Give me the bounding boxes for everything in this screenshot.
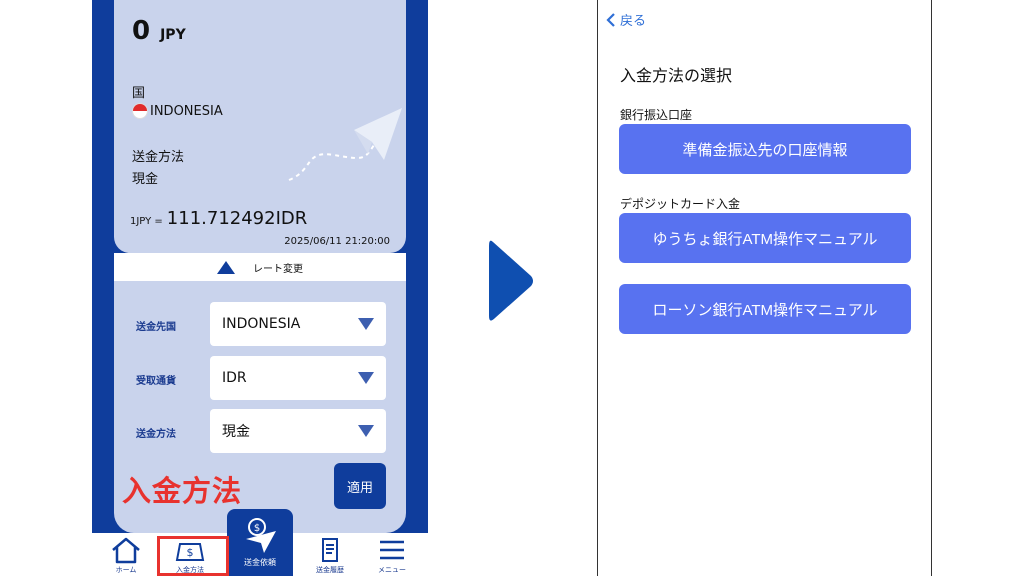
indonesia-flag-icon (132, 103, 148, 119)
rate-change-label: レート変更 (253, 263, 303, 275)
back-button[interactable]: 戻る (606, 10, 646, 29)
dropdown-triangle-icon (358, 425, 374, 437)
tab-history[interactable]: 送金履歴 (298, 533, 362, 576)
document-icon (322, 538, 338, 562)
tab-send-request[interactable]: $ 送金依頼 (227, 509, 293, 576)
highlight-box (157, 536, 229, 576)
method-value: 現金 (132, 172, 159, 187)
dropdown-triangle-icon (358, 372, 374, 384)
account-info-button[interactable]: 準備金振込先の口座情報 (619, 124, 911, 174)
form-row-remittance-method: 送金方法 現金 (114, 409, 406, 453)
section-bank-transfer: 銀行振込口座 (620, 108, 693, 122)
form-label: 送金先国 (136, 322, 176, 333)
lawson-atm-manual-button[interactable]: ローソン銀行ATM操作マニュアル (619, 284, 911, 334)
chevron-left-icon (606, 12, 615, 27)
country-value-row: INDONESIA (132, 103, 223, 119)
rate-change-toggle[interactable]: レート変更 (114, 253, 406, 281)
tab-label: ホーム (115, 566, 137, 574)
hamburger-menu-icon (380, 540, 404, 560)
deposit-method-annotation: 入金方法 (122, 474, 243, 508)
right-phone-screen: 戻る 入金方法の選択 銀行振込口座 準備金振込先の口座情報 デポジットカード入金… (597, 0, 932, 576)
country-value: INDONESIA (150, 103, 223, 119)
form-row-receive-currency: 受取通貨 IDR (114, 356, 406, 400)
destination-country-select[interactable]: INDONESIA (210, 302, 386, 346)
section-deposit-card: デポジットカード入金 (620, 197, 741, 211)
back-label: 戻る (620, 14, 647, 29)
select-value: 現金 (222, 424, 250, 440)
next-step-arrow-icon (489, 240, 533, 321)
tab-label: 送金履歴 (316, 566, 344, 574)
rate-timestamp: 2025/06/11 21:20:00 (284, 236, 390, 247)
exchange-rate: 1JPY = 111.712492IDR (130, 208, 307, 229)
form-row-destination-country: 送金先国 INDONESIA (114, 302, 406, 346)
tab-label: 送金依頼 (244, 558, 276, 567)
rate-prefix: 1JPY = (130, 216, 163, 227)
remittance-method-select[interactable]: 現金 (210, 409, 386, 453)
tab-label: メニュー (378, 566, 406, 574)
rate-value: 111.712492IDR (166, 208, 308, 229)
svg-text:$: $ (254, 523, 260, 534)
form-label: 受取通貨 (136, 376, 176, 387)
paper-plane-icon (288, 108, 402, 181)
home-icon (112, 537, 140, 564)
balance-amount: 0 (132, 16, 151, 46)
send-money-plane-icon: $ (246, 518, 276, 553)
tab-home[interactable]: ホーム (94, 533, 158, 576)
method-label: 送金方法 (132, 150, 185, 165)
country-label: 国 (132, 86, 146, 101)
page-title: 入金方法の選択 (620, 66, 733, 85)
receive-currency-select[interactable]: IDR (210, 356, 386, 400)
form-label: 送金方法 (136, 429, 176, 440)
balance: 0 JPY (132, 16, 186, 46)
yucho-atm-manual-button[interactable]: ゆうちょ銀行ATM操作マニュアル (619, 213, 911, 263)
apply-button[interactable]: 適用 (334, 463, 386, 509)
select-value: IDR (222, 370, 247, 386)
triangle-up-icon (217, 260, 235, 274)
balance-currency: JPY (160, 27, 186, 43)
remittance-summary-card: 0 JPY 国 INDONESIA 送金方法 現金 1JPY = 111.712… (114, 0, 406, 253)
tab-menu[interactable]: メニュー (360, 533, 424, 576)
select-value: INDONESIA (222, 316, 301, 332)
dropdown-triangle-icon (358, 318, 374, 330)
